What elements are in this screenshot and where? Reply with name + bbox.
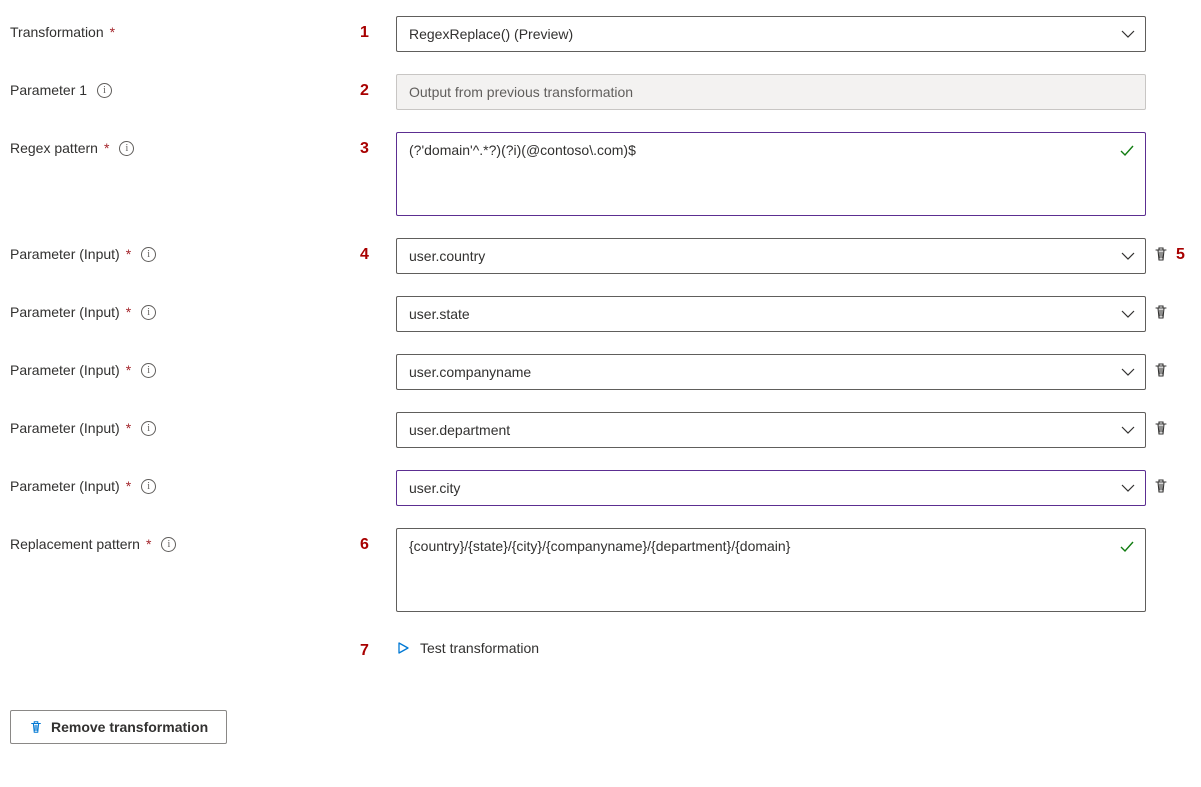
info-icon[interactable]: i: [161, 537, 176, 552]
replacement-pattern-value: {country}/{state}/{city}/{companyname}/{…: [409, 538, 790, 554]
trash-icon[interactable]: [1153, 246, 1169, 262]
chevron-down-icon: [1121, 307, 1135, 321]
info-icon[interactable]: i: [97, 83, 112, 98]
parameter-input-value: user.companyname: [409, 364, 531, 380]
remove-transformation-label: Remove transformation: [51, 719, 208, 735]
parameter-input-value: user.state: [409, 306, 470, 322]
transformation-dropdown-value: RegexReplace() (Preview): [409, 26, 573, 42]
required-asterisk: *: [126, 304, 131, 320]
info-icon[interactable]: i: [141, 305, 156, 320]
regex-pattern-input[interactable]: (?'domain'^.*?)(?i)(@contoso\.com)$: [396, 132, 1146, 216]
step-marker-5: 5: [1176, 238, 1200, 264]
info-icon[interactable]: i: [119, 141, 134, 156]
trash-icon[interactable]: [1153, 478, 1169, 494]
trash-icon[interactable]: [1153, 420, 1169, 436]
check-icon: [1119, 539, 1135, 555]
required-asterisk: *: [104, 140, 109, 156]
info-icon[interactable]: i: [141, 363, 156, 378]
step-marker-6: 6: [360, 528, 396, 554]
trash-icon[interactable]: [1153, 304, 1169, 320]
trash-icon: [29, 720, 43, 734]
chevron-down-icon: [1121, 481, 1135, 495]
required-asterisk: *: [126, 362, 131, 378]
chevron-down-icon: [1121, 365, 1135, 379]
parameter-input-dropdown[interactable]: user.city: [396, 470, 1146, 506]
parameter-input-value: user.country: [409, 248, 485, 264]
required-asterisk: *: [126, 478, 131, 494]
chevron-down-icon: [1121, 423, 1135, 437]
parameter-input-label: Parameter (Input): [10, 246, 120, 262]
parameter-input-value: user.city: [409, 480, 460, 496]
required-asterisk: *: [126, 246, 131, 262]
test-transformation-link[interactable]: Test transformation: [396, 634, 1146, 656]
required-asterisk: *: [110, 24, 115, 40]
transformation-dropdown[interactable]: RegexReplace() (Preview): [396, 16, 1146, 52]
parameter-input-dropdown[interactable]: user.department: [396, 412, 1146, 448]
parameter1-value: Output from previous transformation: [409, 84, 633, 100]
parameter-input-dropdown[interactable]: user.state: [396, 296, 1146, 332]
info-icon[interactable]: i: [141, 479, 156, 494]
step-marker-2: 2: [360, 74, 396, 100]
parameter-input-label: Parameter (Input): [10, 304, 120, 320]
parameter-input-value: user.department: [409, 422, 510, 438]
parameter1-label: Parameter 1: [10, 82, 87, 98]
parameter-input-label: Parameter (Input): [10, 478, 120, 494]
replacement-pattern-input[interactable]: {country}/{state}/{city}/{companyname}/{…: [396, 528, 1146, 612]
replacement-pattern-label: Replacement pattern: [10, 536, 140, 552]
info-icon[interactable]: i: [141, 421, 156, 436]
check-icon: [1119, 143, 1135, 159]
remove-transformation-button[interactable]: Remove transformation: [10, 710, 227, 744]
parameter-input-label: Parameter (Input): [10, 362, 120, 378]
parameter-input-label: Parameter (Input): [10, 420, 120, 436]
parameter-input-dropdown[interactable]: user.country: [396, 238, 1146, 274]
parameter1-readonly: Output from previous transformation: [396, 74, 1146, 110]
chevron-down-icon: [1121, 27, 1135, 41]
test-transformation-label: Test transformation: [420, 640, 539, 656]
play-icon: [396, 641, 410, 655]
chevron-down-icon: [1121, 249, 1135, 263]
step-marker-7: 7: [360, 634, 396, 660]
regex-pattern-label: Regex pattern: [10, 140, 98, 156]
trash-icon[interactable]: [1153, 362, 1169, 378]
info-icon[interactable]: i: [141, 247, 156, 262]
required-asterisk: *: [126, 420, 131, 436]
required-asterisk: *: [146, 536, 151, 552]
step-marker-3: 3: [360, 132, 396, 158]
step-marker-4: 4: [360, 238, 396, 264]
regex-pattern-value: (?'domain'^.*?)(?i)(@contoso\.com)$: [409, 142, 636, 158]
step-marker-1: 1: [360, 16, 396, 42]
transformation-label: Transformation: [10, 24, 104, 40]
parameter-input-dropdown[interactable]: user.companyname: [396, 354, 1146, 390]
